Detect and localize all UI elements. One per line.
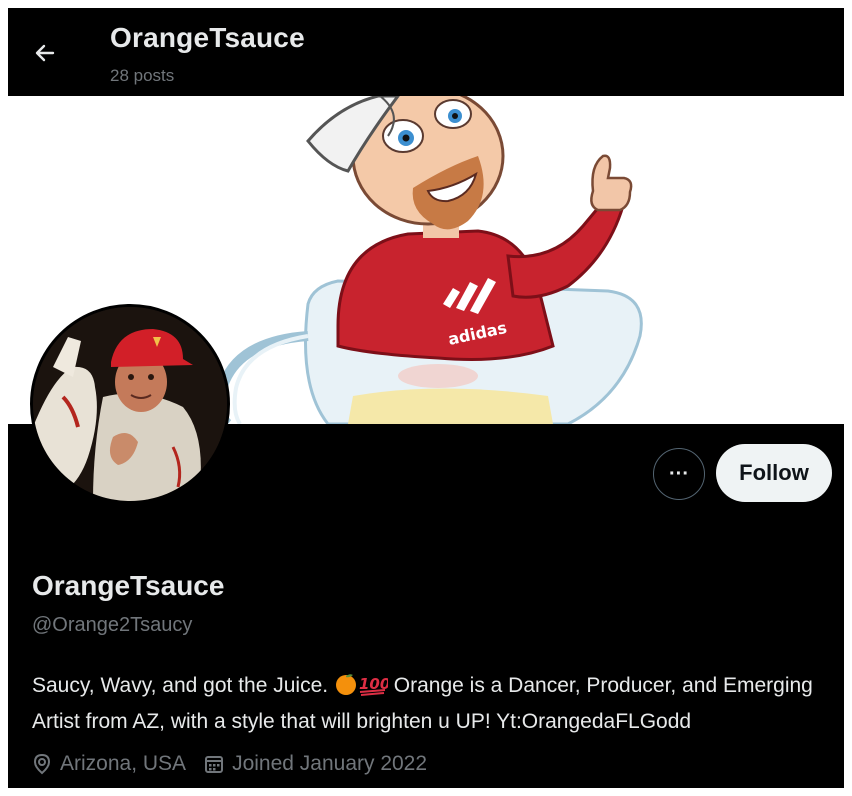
calendar-icon <box>205 756 224 773</box>
more-options-label: ··· <box>669 462 689 485</box>
location-pin-icon <box>33 753 51 775</box>
orange-emoji <box>334 672 358 706</box>
location-text: Arizona, USA <box>60 752 187 775</box>
joined-text: Joined January 2022 <box>232 752 428 775</box>
joined-item: Joined January 2022 <box>204 752 427 776</box>
more-options-button[interactable]: ··· <box>653 448 705 500</box>
avatar-image <box>33 307 227 501</box>
profile-meta: Arizona, USA Joined January 2022 <box>32 752 445 776</box>
header-title: OrangeTsauce <box>110 22 305 53</box>
profile-bio: Saucy, Wavy, and got the Juice. 100 Oran… <box>32 670 832 738</box>
hundred-points-emoji: 100 <box>358 672 390 706</box>
profile-avatar[interactable] <box>30 304 230 504</box>
display-name: OrangeTsauce <box>32 570 225 601</box>
profile-handle: @Orange2Tsaucy <box>32 614 193 636</box>
location-item: Arizona, USA <box>32 752 186 776</box>
back-button[interactable] <box>28 36 62 70</box>
profile-page: OrangeTsauce 28 posts adidas ··· Follow … <box>8 8 844 788</box>
posts-count: 28 posts <box>110 66 175 85</box>
bio-text-start: Saucy, Wavy, and got the Juice. <box>32 674 329 697</box>
follow-button[interactable]: Follow <box>716 444 832 502</box>
arrow-left-icon <box>35 44 55 62</box>
top-bar: OrangeTsauce 28 posts <box>8 8 844 96</box>
